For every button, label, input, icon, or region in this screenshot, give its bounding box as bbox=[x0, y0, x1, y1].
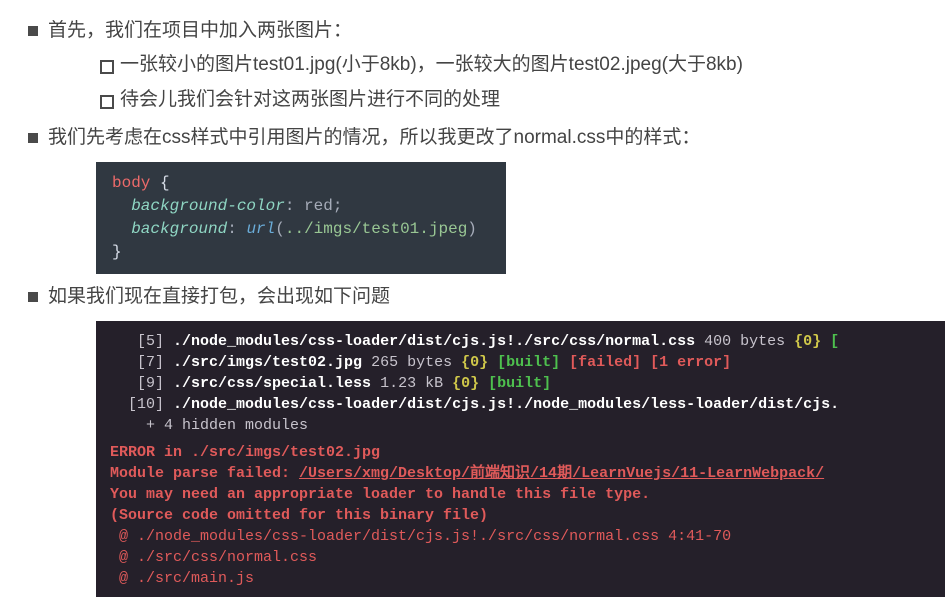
code-prop: background-color bbox=[131, 197, 285, 215]
code-semicolon: ; bbox=[333, 197, 343, 215]
terminal-error-line: @ ./src/css/normal.css bbox=[110, 547, 945, 568]
code-value: red bbox=[304, 197, 333, 215]
terminal-line: [10] ./node_modules/css-loader/dist/cjs.… bbox=[110, 394, 945, 415]
code-fn: url bbox=[246, 220, 275, 238]
bullet-item-1: 首先，我们在项目中加入两张图片： 一张较小的图片test01.jpg(小于8kb… bbox=[20, 16, 925, 115]
sub-bullet-2: 待会儿我们会针对这两张图片进行不同的处理 bbox=[96, 85, 925, 115]
code-colon: : bbox=[285, 197, 295, 215]
code-paren: ( bbox=[275, 220, 285, 238]
terminal-error-line: @ ./src/main.js bbox=[110, 568, 945, 589]
terminal-error-line: ERROR in ./src/imgs/test02.jpg bbox=[110, 442, 945, 463]
terminal-line: [5] ./node_modules/css-loader/dist/cjs.j… bbox=[110, 331, 945, 352]
css-code-block: body { background-color: red; background… bbox=[96, 162, 506, 275]
code-colon: : bbox=[227, 220, 237, 238]
code-arg: ../imgs/test01.jpeg bbox=[285, 220, 467, 238]
bullet-item-3: 如果我们现在直接打包，会出现如下问题 [5] ./node_modules/cs… bbox=[20, 282, 925, 596]
code-brace: } bbox=[112, 243, 122, 261]
code-prop: background bbox=[131, 220, 227, 238]
bullet-list: 首先，我们在项目中加入两张图片： 一张较小的图片test01.jpg(小于8kb… bbox=[20, 16, 925, 597]
sub-bullet-1: 一张较小的图片test01.jpg(小于8kb)，一张较大的图片test02.j… bbox=[96, 50, 925, 80]
terminal-error-line: @ ./node_modules/css-loader/dist/cjs.js!… bbox=[110, 526, 945, 547]
terminal-error-line: (Source code omitted for this binary fil… bbox=[110, 505, 945, 526]
bullet-text: 首先，我们在项目中加入两张图片： bbox=[48, 20, 352, 41]
code-selector: body bbox=[112, 174, 150, 192]
terminal-error-line: You may need an appropriate loader to ha… bbox=[110, 484, 945, 505]
bullet-item-2: 我们先考虑在css样式中引用图片的情况，所以我更改了normal.css中的样式… bbox=[20, 123, 925, 274]
terminal-error-line: Module parse failed: /Users/xmg/Desktop/… bbox=[110, 463, 945, 484]
terminal-line: [7] ./src/imgs/test02.jpg 265 bytes {0} … bbox=[110, 352, 945, 373]
bullet-text: 如果我们现在直接打包，会出现如下问题 bbox=[48, 286, 390, 307]
bullet-text: 我们先考虑在css样式中引用图片的情况，所以我更改了normal.css中的样式… bbox=[48, 127, 700, 148]
code-paren: ) bbox=[467, 220, 477, 238]
terminal-line: [9] ./src/css/special.less 1.23 kB {0} [… bbox=[110, 373, 945, 394]
sub-bullet-list: 一张较小的图片test01.jpg(小于8kb)，一张较大的图片test02.j… bbox=[48, 50, 925, 115]
terminal-output: [5] ./node_modules/css-loader/dist/cjs.j… bbox=[96, 321, 945, 597]
code-brace: { bbox=[160, 174, 170, 192]
terminal-line: + 4 hidden modules bbox=[110, 415, 945, 436]
